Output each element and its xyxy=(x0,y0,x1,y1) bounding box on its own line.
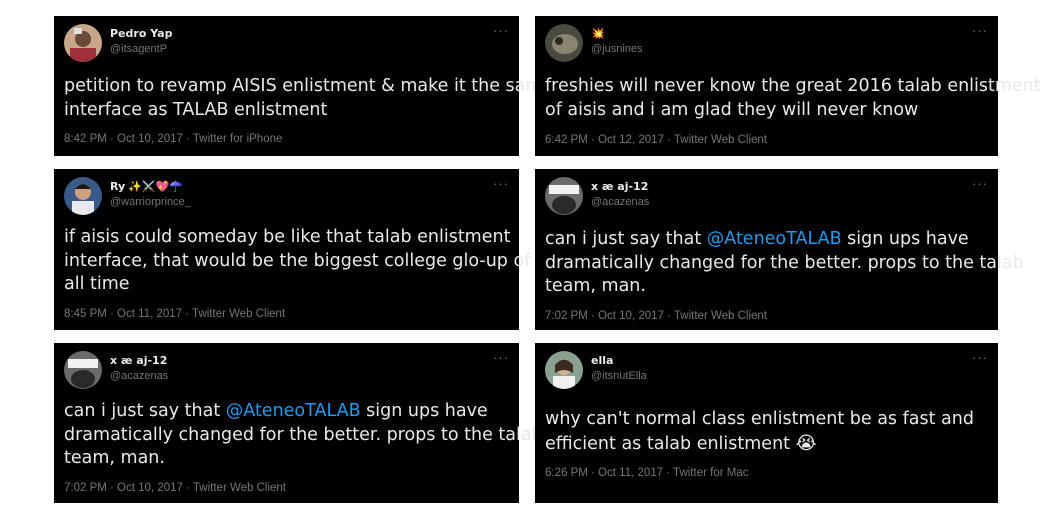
tweet-timestamp[interactable]: 7:02 PM · Oct 10, 2017 · Twitter Web Cli… xyxy=(545,310,767,322)
more-options-icon[interactable]: ··· xyxy=(972,350,988,365)
display-name[interactable]: 💥 xyxy=(591,27,605,40)
more-options-icon[interactable]: ··· xyxy=(493,350,509,365)
more-options-icon[interactable]: ··· xyxy=(493,23,509,38)
tweet-text-line: interface, that would be the biggest col… xyxy=(64,250,531,271)
crying-face-emoji: 😭 xyxy=(795,432,817,454)
tweet-text-line: can i just say that @AteneoTALAB sign up… xyxy=(545,228,990,252)
tweet-text-line: efficient as talab enlistment 😭 xyxy=(545,432,990,457)
avatar[interactable] xyxy=(64,351,102,389)
tweet-timestamp[interactable]: 6:42 PM · Oct 12, 2017 · Twitter Web Cli… xyxy=(545,134,767,146)
tweet-text-line: why can't normal class enlistment be as … xyxy=(545,409,974,429)
username[interactable]: @jusnines xyxy=(591,43,643,55)
tweet-text-segment: efficient as talab enlistment xyxy=(545,433,791,454)
name-emoji: ✨⚔️💖☂️ xyxy=(128,180,183,193)
tweet-text: petition to revamp AISIS enlistment & ma… xyxy=(64,75,554,122)
avatar[interactable] xyxy=(545,351,583,389)
username[interactable]: @itsagentP xyxy=(110,43,167,55)
display-name[interactable]: Pedro Yap xyxy=(110,27,172,40)
tweet-text-line: dramatically changed for the better. pro… xyxy=(64,424,543,445)
more-options-icon[interactable]: ··· xyxy=(972,23,988,38)
tweet-text: freshies will never know the great 2016 … xyxy=(545,75,1041,122)
tweet-timestamp[interactable]: 6:26 PM · Oct 11, 2017 · Twitter for Mac xyxy=(545,467,748,479)
tweet-text-line: interface as TALAB enlistment xyxy=(64,99,328,120)
tweet-text: can i just say that @AteneoTALAB sign up… xyxy=(545,228,1024,299)
display-name[interactable]: x æ aj-12 xyxy=(591,180,648,193)
display-name[interactable]: x æ aj-12 xyxy=(110,354,167,367)
mention-link[interactable]: @AteneoTALAB xyxy=(707,229,842,249)
display-name[interactable]: Ry ✨⚔️💖☂️ xyxy=(110,180,183,193)
tweet-timestamp[interactable]: 7:02 PM · Oct 10, 2017 · Twitter Web Cli… xyxy=(64,482,286,494)
tweet-text-segment: sign ups have xyxy=(360,401,488,421)
tweet-text: can i just say that @AteneoTALAB sign up… xyxy=(64,400,543,471)
more-options-icon[interactable]: ··· xyxy=(972,176,988,191)
avatar[interactable] xyxy=(64,24,102,62)
username[interactable]: @acazenas xyxy=(591,196,649,208)
tweet-text: if aisis could someday be like that tala… xyxy=(64,226,531,297)
username[interactable]: @acazenas xyxy=(110,370,168,382)
tweet-card[interactable]: ella @itsnutElla ··· why can't normal cl… xyxy=(535,343,998,503)
tweet-card[interactable]: Ry ✨⚔️💖☂️ @warriorprince_ ··· if aisis co… xyxy=(54,169,531,330)
tweet-text-line: team, man. xyxy=(545,276,646,296)
tweet-text-line: if aisis could someday be like that tala… xyxy=(64,227,511,247)
avatar[interactable] xyxy=(545,24,583,62)
tweet-text-segment: sign ups have xyxy=(841,229,969,249)
username[interactable]: @itsnutElla xyxy=(591,370,647,382)
avatar[interactable] xyxy=(545,177,583,215)
tweet-timestamp[interactable]: 8:42 PM · Oct 10, 2017 · Twitter for iPh… xyxy=(64,133,282,145)
tweet-card[interactable]: 💥 @jusnines ··· freshies will never know… xyxy=(535,16,1041,156)
tweet-text-line: petition to revamp AISIS enlistment & ma… xyxy=(64,76,554,96)
display-name-text[interactable]: Ry xyxy=(110,180,125,193)
tweet-timestamp[interactable]: 8:45 PM · Oct 11, 2017 · Twitter Web Cli… xyxy=(64,308,285,320)
more-options-icon[interactable]: ··· xyxy=(493,176,509,191)
tweet-text-line: can i just say that @AteneoTALAB sign up… xyxy=(64,400,511,424)
tweet-text-segment: can i just say that xyxy=(545,229,707,249)
tweet-text-line: dramatically changed for the better. pro… xyxy=(545,252,1024,273)
tweet-text-line: team, man. xyxy=(64,448,165,468)
username[interactable]: @warriorprince_ xyxy=(110,196,191,208)
display-name[interactable]: ella xyxy=(591,354,613,367)
tweet-text-line: of aisis and i am glad they will never k… xyxy=(545,99,919,120)
mention-link[interactable]: @AteneoTALAB xyxy=(226,401,361,421)
tweet-text-segment: can i just say that xyxy=(64,401,226,421)
tweet-card[interactable]: x æ aj-12 @acazenas ··· can i just say t… xyxy=(535,169,1024,330)
tweet-card[interactable]: Pedro Yap @itsagentP ··· petition to rev… xyxy=(54,16,554,156)
avatar[interactable] xyxy=(64,177,102,215)
tweet-text: why can't normal class enlistment be as … xyxy=(545,408,990,456)
tweet-card[interactable]: x æ aj-12 @acazenas ··· can i just say t… xyxy=(54,343,543,503)
tweet-text-line: all time xyxy=(64,274,130,294)
tweet-text-line: freshies will never know the great 2016 … xyxy=(545,76,1041,96)
